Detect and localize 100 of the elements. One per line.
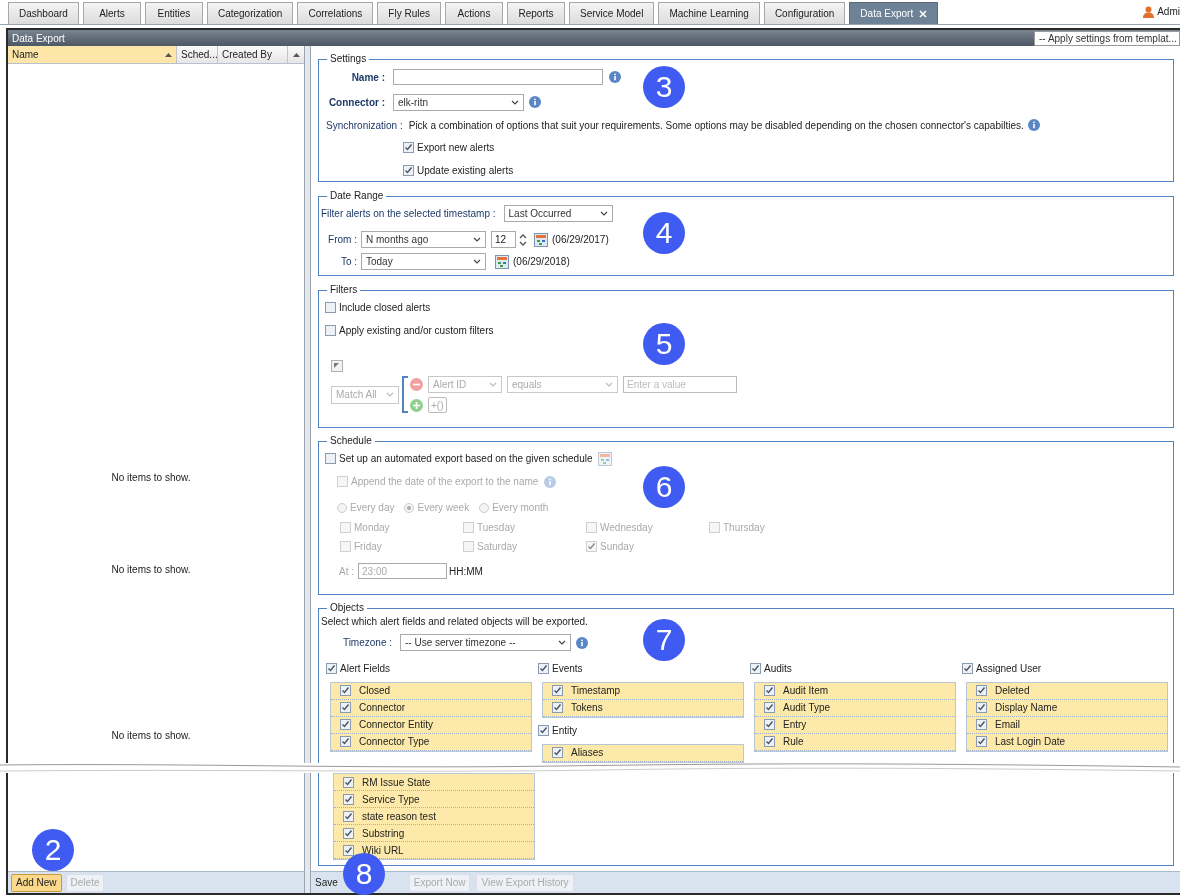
checkbox[interactable] — [343, 810, 354, 822]
tab[interactable]: Alerts — [82, 2, 141, 24]
tab[interactable]: Dashboard — [8, 2, 79, 24]
chevron-icon — [605, 382, 613, 388]
field-row[interactable]: Substring — [334, 825, 534, 842]
field-row[interactable]: Aliases — [543, 745, 743, 762]
checkbox[interactable] — [325, 324, 336, 336]
column-header[interactable]: Name — [8, 46, 177, 63]
checkbox[interactable] — [764, 702, 775, 714]
checkbox[interactable] — [976, 719, 987, 731]
radio-label: Every week — [417, 501, 470, 516]
checkbox[interactable] — [552, 685, 563, 697]
toolbar-button[interactable]: Save — [314, 873, 339, 892]
chevron-icon — [511, 99, 519, 105]
field-row[interactable]: Wiki URL — [334, 842, 534, 859]
splitter-handle[interactable] — [305, 46, 311, 763]
section-legend: Schedule — [327, 434, 375, 447]
checkbox[interactable] — [463, 522, 474, 534]
tab[interactable]: Correlations — [297, 2, 374, 24]
checkbox[interactable] — [552, 702, 563, 714]
checkbox[interactable] — [403, 141, 414, 153]
callout-badge: 7 — [643, 619, 685, 661]
radio-button[interactable] — [479, 502, 490, 513]
dropdown[interactable]: -- Use server timezone -- — [400, 634, 571, 652]
field-row[interactable]: state reason test — [334, 808, 534, 825]
checkbox[interactable] — [962, 663, 973, 675]
checkbox[interactable] — [709, 522, 720, 534]
radio-button[interactable] — [404, 502, 415, 513]
checkbox[interactable] — [586, 522, 597, 534]
checkbox-label: Include closed alerts — [339, 300, 431, 315]
checkbox[interactable] — [325, 453, 336, 465]
tab[interactable]: Configuration — [763, 2, 846, 24]
tab[interactable]: Actions — [445, 2, 503, 24]
checkbox[interactable] — [340, 522, 351, 534]
field-label: Name : — [350, 70, 386, 85]
checkbox[interactable] — [976, 736, 987, 748]
checkbox[interactable] — [325, 301, 336, 313]
dropdown[interactable]: Today — [361, 253, 486, 270]
user-name[interactable]: Admi — [1157, 4, 1180, 19]
tab[interactable]: Machine Learning — [658, 2, 760, 24]
checkbox[interactable] — [343, 776, 354, 788]
checkbox[interactable] — [337, 476, 348, 488]
field-row[interactable]: Timestamp — [543, 683, 743, 700]
tab[interactable]: Data Export — [849, 2, 939, 24]
tab[interactable]: Categorization — [206, 2, 294, 24]
checkbox[interactable] — [764, 719, 775, 731]
collapse-icon[interactable] — [331, 360, 343, 373]
checkbox[interactable] — [340, 685, 351, 697]
tab[interactable]: Entities — [144, 2, 203, 24]
radio-label: Every month — [492, 501, 549, 516]
field-row[interactable]: Audit Item — [755, 683, 955, 700]
splitter-handle[interactable] — [305, 773, 311, 893]
checkbox[interactable] — [340, 702, 351, 714]
checkbox[interactable] — [326, 663, 337, 675]
field-row[interactable]: Deleted — [967, 683, 1167, 700]
checkbox[interactable] — [552, 747, 563, 759]
callout-badge: 2 — [32, 829, 74, 871]
checkbox[interactable] — [764, 685, 775, 697]
checkbox[interactable] — [463, 541, 474, 553]
checkbox[interactable] — [340, 541, 351, 553]
checkbox[interactable] — [538, 725, 549, 737]
calendar-icon[interactable] — [534, 232, 548, 247]
checkbox[interactable] — [343, 793, 354, 805]
tab[interactable]: Reports — [507, 2, 565, 24]
checkbox[interactable] — [976, 685, 987, 697]
field-row[interactable]: Service Type — [334, 791, 534, 808]
close-icon[interactable] — [919, 9, 928, 18]
checkbox[interactable] — [343, 844, 354, 856]
chevron-icon — [558, 640, 566, 646]
info-icon — [544, 475, 557, 488]
dropdown[interactable]: N months ago — [361, 231, 486, 248]
checkbox-label: Saturday — [477, 540, 518, 555]
name-field[interactable] — [393, 69, 603, 85]
checkbox[interactable] — [764, 736, 775, 748]
column-header[interactable]: Created By — [218, 46, 288, 63]
spinner-icon[interactable] — [519, 232, 527, 247]
checkbox-label: Append the date of the export to the name — [351, 475, 539, 490]
dropdown[interactable]: elk-ritn — [393, 93, 524, 111]
checkbox[interactable] — [403, 164, 414, 176]
checkbox[interactable] — [750, 663, 761, 675]
toolbar-button[interactable]: Add New — [11, 873, 62, 892]
column-header[interactable]: Sched... — [177, 46, 218, 63]
template-dropdown[interactable]: -- Apply settings from templat... — [1034, 30, 1180, 46]
field-row[interactable]: RM Issue State — [334, 774, 534, 791]
checkbox[interactable] — [976, 702, 987, 714]
checkbox[interactable] — [340, 719, 351, 731]
checkbox-label: Sunday — [600, 540, 634, 555]
field-label: Filter alerts on the selected timestamp : — [321, 207, 497, 221]
dropdown[interactable]: Last Occurred — [503, 205, 613, 222]
value-field[interactable]: Enter a value — [623, 376, 737, 394]
calendar-icon[interactable] — [495, 254, 509, 269]
checkbox[interactable] — [586, 541, 597, 553]
field-row[interactable]: Closed — [331, 683, 531, 700]
checkbox[interactable] — [340, 736, 351, 748]
checkbox[interactable] — [343, 827, 354, 839]
tab[interactable]: Fly Rules — [377, 2, 441, 24]
tab[interactable]: Service Model — [569, 2, 655, 24]
checkbox[interactable] — [538, 663, 549, 675]
radio-button[interactable] — [337, 502, 347, 513]
count-field[interactable]: 12 — [491, 231, 516, 248]
